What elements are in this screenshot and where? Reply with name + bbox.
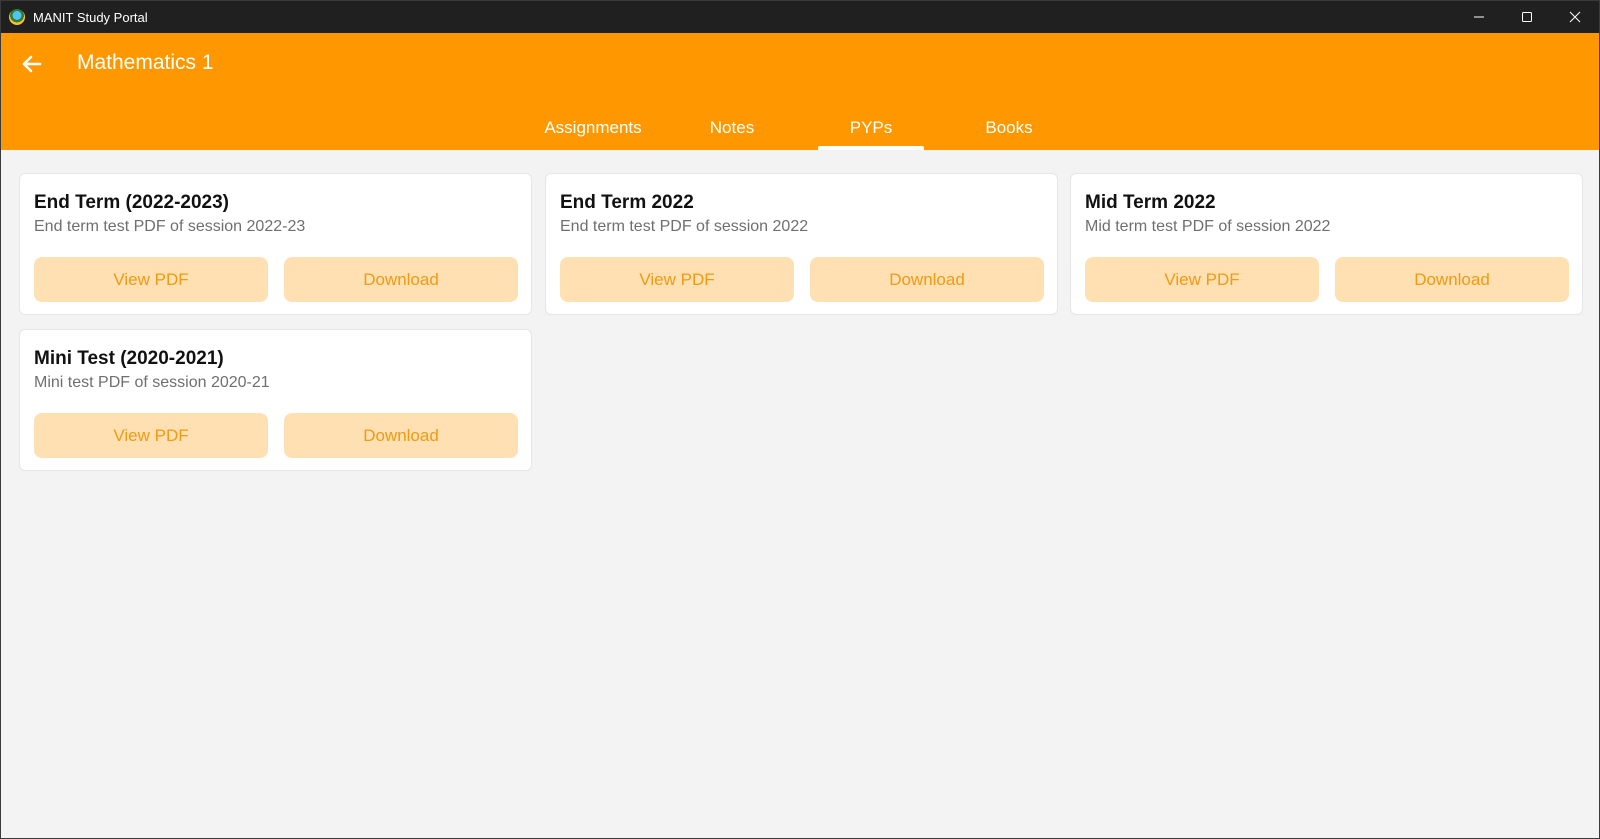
download-button[interactable]: Download [284, 257, 518, 302]
tab-pyps[interactable]: PYPs [818, 105, 924, 150]
view-pdf-button[interactable]: View PDF [1085, 257, 1319, 302]
maximize-icon [1522, 12, 1532, 22]
card-title: Mid Term 2022 [1085, 192, 1216, 213]
tab-assignments[interactable]: Assignments [534, 105, 652, 150]
download-button[interactable]: Download [810, 257, 1044, 302]
title-bar[interactable]: MANIT Study Portal [1, 1, 1599, 33]
pyp-card: Mini Test (2020-2021) Mini test PDF of s… [19, 329, 532, 471]
close-icon [1569, 11, 1581, 23]
maximize-button[interactable] [1503, 1, 1551, 33]
card-description: End term test PDF of session 2022-23 [34, 218, 306, 235]
page-title: Mathematics 1 [77, 51, 214, 74]
tab-bar: Assignments Notes PYPs Books [1, 105, 1599, 150]
app-header: Mathematics 1 Assignments Notes PYPs Boo… [1, 33, 1599, 150]
view-pdf-button[interactable]: View PDF [560, 257, 794, 302]
card-title: End Term (2022-2023) [34, 192, 230, 213]
window-controls [1455, 1, 1599, 33]
download-button[interactable]: Download [1335, 257, 1569, 302]
minimize-icon [1474, 16, 1484, 18]
pyp-card: End Term 2022 End term test PDF of sessi… [545, 173, 1058, 315]
card-title: Mini Test (2020-2021) [34, 348, 224, 369]
back-button[interactable] [15, 47, 49, 81]
pyp-card-grid: End Term (2022-2023) End term test PDF o… [1, 150, 1599, 838]
card-description: End term test PDF of session 2022 [560, 218, 809, 235]
arrow-left-icon [22, 55, 42, 73]
close-button[interactable] [1551, 1, 1599, 33]
pyp-card: End Term (2022-2023) End term test PDF o… [19, 173, 532, 315]
view-pdf-button[interactable]: View PDF [34, 257, 268, 302]
view-pdf-button[interactable]: View PDF [34, 413, 268, 458]
tab-notes[interactable]: Notes [682, 105, 782, 150]
minimize-button[interactable] [1455, 1, 1503, 33]
app-window: MANIT Study Portal Mathematics 1 Assignm… [0, 0, 1600, 839]
card-description: Mid term test PDF of session 2022 [1085, 218, 1331, 235]
card-description: Mini test PDF of session 2020-21 [34, 374, 270, 391]
app-logo-icon [9, 9, 25, 25]
pyp-card: Mid Term 2022 Mid term test PDF of sessi… [1070, 173, 1583, 315]
window-title: MANIT Study Portal [33, 9, 148, 25]
card-title: End Term 2022 [560, 192, 694, 213]
download-button[interactable]: Download [284, 413, 518, 458]
tab-books[interactable]: Books [958, 105, 1060, 150]
